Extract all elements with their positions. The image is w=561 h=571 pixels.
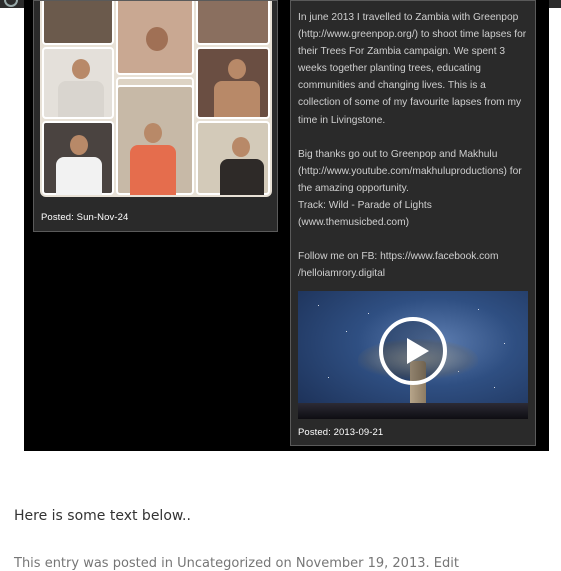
collage-photo	[196, 1, 270, 45]
collage-photo	[42, 47, 114, 119]
embedded-feed: Posted: Sun-Nov-24 In june 2013 I travel…	[24, 0, 549, 451]
post-date: Posted: 2013-09-21	[298, 427, 384, 438]
wordpress-icon[interactable]	[4, 0, 18, 7]
feed-card-photo[interactable]: Posted: Sun-Nov-24	[33, 0, 278, 232]
ground	[298, 403, 528, 419]
collage-photo	[116, 85, 194, 195]
body-text: Here is some text below..	[14, 508, 191, 524]
collage-photo	[42, 121, 114, 195]
description-paragraph: Big thanks go out to Greenpop and Makhul…	[298, 148, 522, 229]
video-description: In june 2013 I travelled to Zambia with …	[298, 9, 530, 299]
play-icon[interactable]	[379, 317, 447, 385]
collage-photo	[116, 1, 194, 75]
description-paragraph: In june 2013 I travelled to Zambia with …	[298, 12, 527, 126]
photo-collage[interactable]	[40, 1, 272, 197]
description-paragraph: Follow me on FB: https://www.facebook.co…	[298, 251, 499, 280]
collage-photo	[196, 121, 270, 195]
collage-photo	[42, 1, 114, 45]
post-date: Posted: Sun-Nov-24	[41, 212, 129, 223]
collage-photo	[196, 47, 270, 119]
feed-card-video[interactable]: In june 2013 I travelled to Zambia with …	[290, 0, 536, 446]
video-thumbnail[interactable]	[298, 291, 528, 419]
